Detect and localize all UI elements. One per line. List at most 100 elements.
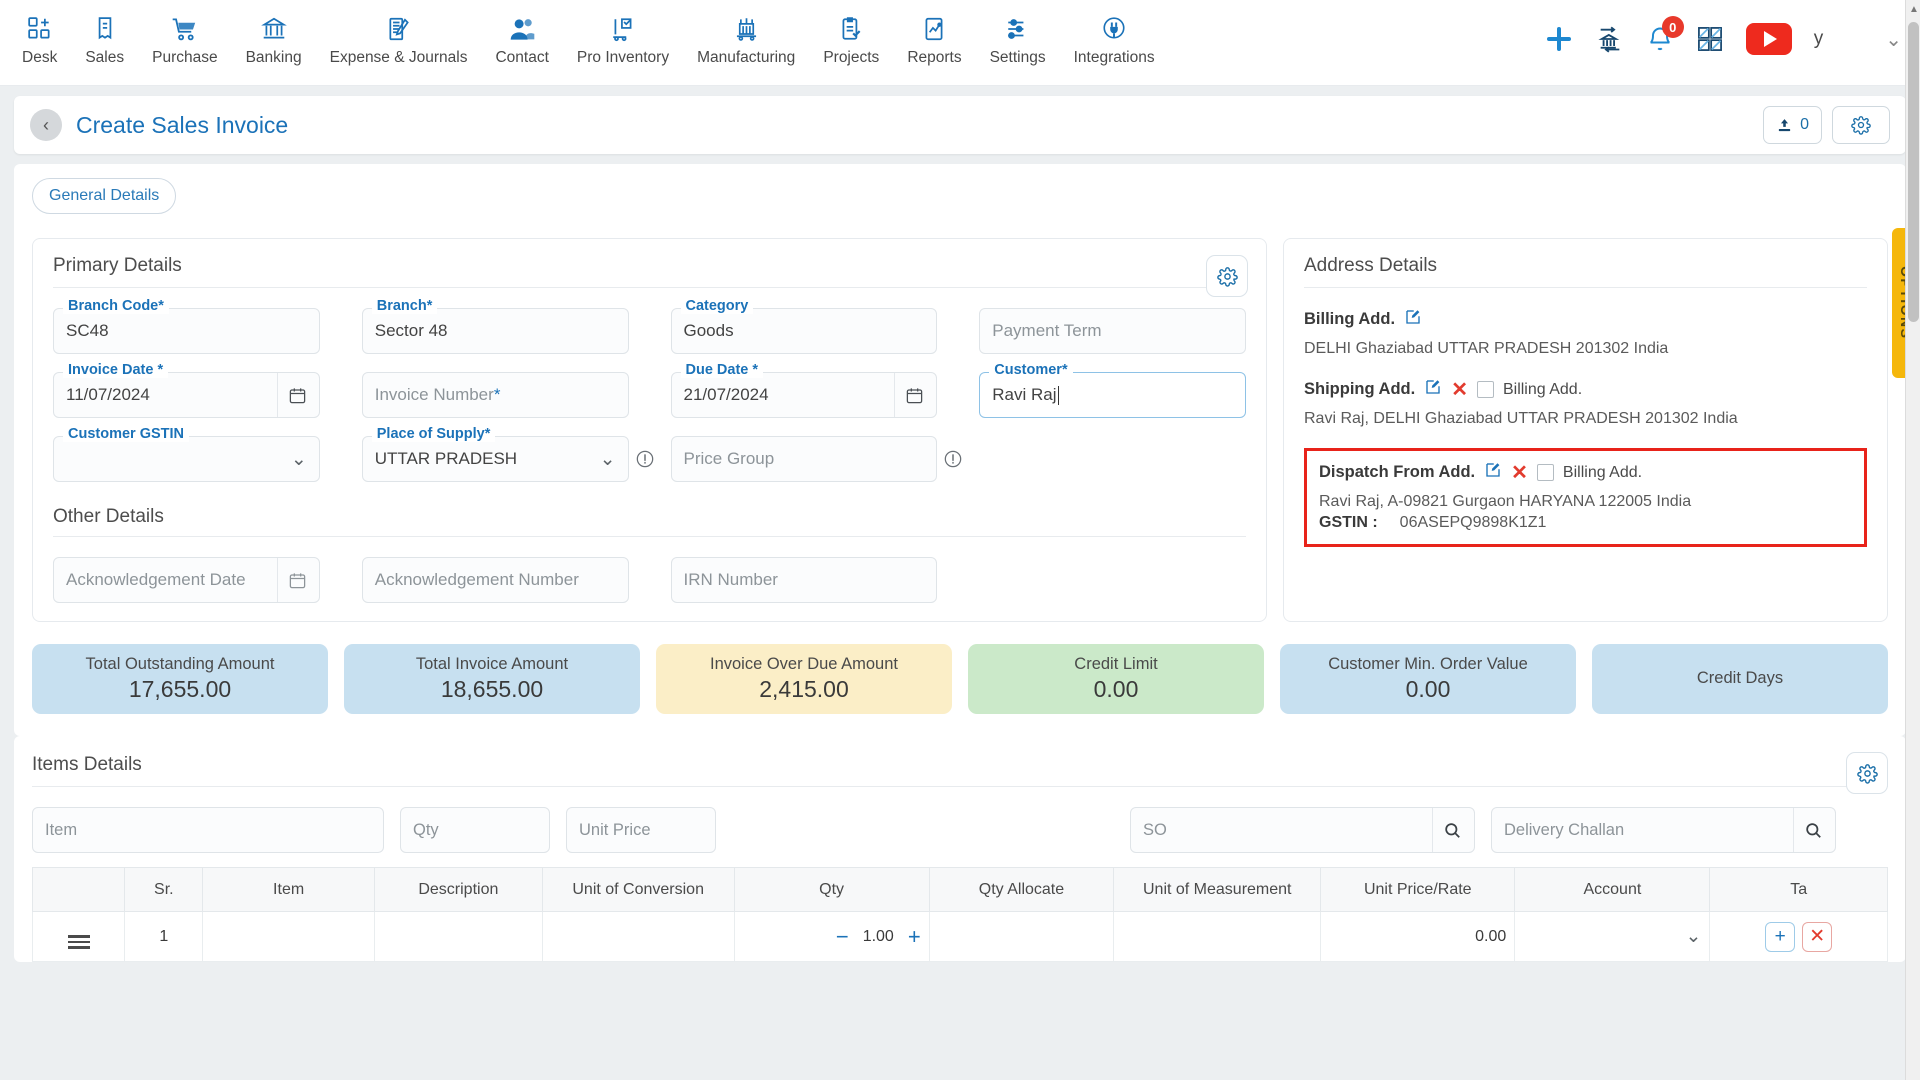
row-qty-value[interactable]: 1.00 [863, 928, 894, 946]
billing-address-edit-icon[interactable] [1404, 308, 1422, 331]
invoice-number-input[interactable]: Invoice Number* [361, 372, 629, 418]
due-date-input[interactable]: 21/07/2024 [670, 372, 938, 418]
settings-sliders-icon [1005, 12, 1031, 46]
primary-details-settings-button[interactable] [1206, 255, 1248, 297]
scrollbar-thumb[interactable] [1908, 22, 1919, 322]
bank-transfer-icon[interactable] [1596, 25, 1624, 53]
qty-increment-button[interactable]: + [908, 925, 921, 948]
qty-decrement-button[interactable]: − [836, 925, 849, 948]
nav-item-banking[interactable]: Banking [232, 8, 316, 71]
scroll-up-arrow-icon[interactable]: ▲ [1909, 4, 1919, 15]
page-settings-button[interactable] [1832, 106, 1890, 144]
nav-item-reports[interactable]: Reports [893, 8, 975, 71]
branch-code-label: Branch Code* [63, 298, 169, 314]
customer-input[interactable]: Ravi Raj [979, 372, 1246, 418]
chevron-down-icon[interactable]: ⌄ [291, 448, 307, 471]
branch-input[interactable]: Sector 48 [361, 308, 629, 354]
col-qty: Qty [733, 867, 930, 912]
drag-handle-icon[interactable] [67, 935, 90, 949]
branch-code-input[interactable]: SC48 [53, 308, 320, 354]
user-menu-chevron-down-icon[interactable]: ⌄ [1885, 27, 1902, 52]
apps-grid-icon[interactable] [1696, 25, 1724, 53]
back-button[interactable]: ‹ [30, 109, 62, 141]
unit-price-search-input[interactable]: Unit Price [566, 807, 716, 853]
due-date-calendar-icon[interactable] [894, 373, 924, 417]
chevron-down-icon[interactable]: ⌄ [600, 448, 616, 471]
row-account-cell[interactable]: ⌄ [1514, 911, 1711, 962]
place-of-supply-select[interactable]: UTTAR PRADESH ⌄ [361, 436, 629, 482]
acknowledgement-date-input[interactable]: Acknowledgement Date [53, 557, 320, 603]
acknowledgement-date-placeholder: Acknowledgement Date [66, 570, 246, 589]
col-description: Description [373, 867, 543, 912]
row-drag-handle-cell[interactable] [31, 911, 126, 962]
row-qty-allocate[interactable] [928, 911, 1115, 962]
add-new-icon[interactable] [1544, 24, 1574, 54]
invoice-date-calendar-icon[interactable] [276, 373, 307, 417]
add-row-button[interactable]: + [1765, 921, 1796, 952]
place-of-supply-info-icon[interactable] [635, 449, 655, 474]
branch-label: Branch* [371, 298, 438, 314]
acknowledgement-date-calendar-icon[interactable] [276, 558, 307, 602]
row-item[interactable] [202, 911, 375, 962]
upload-attachment-button[interactable]: 0 [1763, 106, 1822, 144]
delivery-challan-search-icon[interactable] [1793, 808, 1823, 852]
acknowledgement-number-input[interactable]: Acknowledgement Number [361, 557, 629, 603]
nav-item-manufacturing[interactable]: Manufacturing [683, 8, 809, 71]
nav-items: Desk Sales Purchase Banking Expense & Jo [0, 8, 1169, 71]
customer-gstin-select[interactable]: ⌄ [53, 436, 320, 482]
dispatch-address-edit-icon[interactable] [1484, 461, 1502, 484]
tab-general-details[interactable]: General Details [32, 178, 177, 214]
so-search-icon[interactable] [1432, 808, 1462, 852]
notifications-bell-icon[interactable]: 0 [1646, 16, 1684, 53]
user-initial[interactable]: y [1814, 28, 1824, 50]
summary-card-total-invoice-amount: Total Invoice Amount 18,655.00 [344, 644, 640, 714]
nav-item-expense-journals[interactable]: Expense & Journals [316, 8, 482, 71]
dispatch-address-block: Dispatch From Add. ✕ Billing Add. Ravi R… [1304, 448, 1867, 547]
price-group-input[interactable]: Price Group [670, 436, 938, 482]
qty-search-input[interactable]: Qty [400, 807, 550, 853]
youtube-icon[interactable] [1745, 23, 1792, 55]
invoice-date-input[interactable]: 11/07/2024 [53, 372, 320, 418]
row-unit-of-conversion[interactable] [541, 911, 735, 962]
field-acknowledgement-date: Acknowledgement Date [53, 557, 320, 603]
nav-item-contact[interactable]: Contact [481, 8, 562, 71]
payment-term-input[interactable]: Payment Term [979, 308, 1246, 354]
row-description[interactable] [373, 911, 543, 962]
col-account: Account [1514, 867, 1711, 912]
shipping-same-as-billing-checkbox[interactable] [1476, 381, 1494, 399]
dispatch-address-clear-icon[interactable]: ✕ [1511, 463, 1528, 483]
customer-label: Customer* [989, 362, 1073, 378]
delivery-challan-search-input[interactable]: Delivery Challan [1491, 807, 1836, 853]
summary-card-label: Credit Days [1696, 668, 1784, 687]
invoice-date-value: 11/07/2024 [66, 385, 150, 404]
items-details-settings-button[interactable] [1846, 752, 1888, 794]
dispatch-same-as-billing-checkbox[interactable] [1536, 464, 1554, 482]
row-unit-of-measurement[interactable] [1113, 911, 1322, 962]
row-unit-price-rate[interactable]: 0.00 [1320, 911, 1516, 962]
nav-item-desk[interactable]: Desk [8, 8, 71, 71]
shipping-address-clear-icon[interactable]: ✕ [1451, 380, 1468, 400]
irn-number-input[interactable]: IRN Number [670, 557, 938, 603]
nav-item-projects[interactable]: Projects [809, 8, 893, 71]
so-search-input[interactable]: SO [1130, 807, 1475, 853]
col-tax: Ta [1709, 867, 1888, 912]
due-date-label: Due Date * [680, 362, 764, 378]
address-details-panel: Address Details Billing Add. DELHI Ghazi… [1283, 238, 1888, 622]
bank-icon [260, 12, 287, 46]
delete-row-button[interactable]: ✕ [1802, 921, 1833, 952]
nav-item-purchase[interactable]: Purchase [138, 8, 231, 71]
text-cursor [1057, 385, 1059, 405]
price-group-info-icon[interactable] [943, 449, 963, 474]
category-input[interactable]: Goods [670, 308, 938, 354]
nav-item-sales[interactable]: Sales [71, 8, 138, 71]
dispatch-address-label: Dispatch From Add. [1319, 463, 1476, 482]
nav-item-settings[interactable]: Settings [976, 8, 1060, 71]
nav-item-integrations[interactable]: Integrations [1060, 8, 1169, 71]
nav-label: Banking [245, 49, 302, 66]
page-scrollbar[interactable]: ▲ [1905, 0, 1920, 1080]
item-search-input[interactable]: Item [32, 807, 384, 853]
shipping-address-edit-icon[interactable] [1424, 378, 1442, 401]
dispatch-address-text: Ravi Raj, A-09821 Gurgaon HARYANA 122005… [1319, 493, 1692, 511]
chevron-down-icon[interactable]: ⌄ [1686, 925, 1702, 948]
nav-item-pro-inventory[interactable]: Pro Inventory [563, 8, 683, 71]
